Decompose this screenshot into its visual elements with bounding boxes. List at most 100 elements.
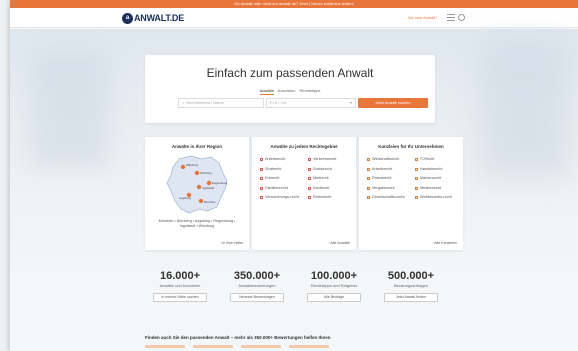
stats-row: 16.000+ Anwälte und Kanzleien In meiner … xyxy=(145,270,445,320)
business-area-item[interactable]: Wettbewerbs-recht xyxy=(415,195,459,200)
briefcase-icon xyxy=(260,158,263,161)
store-icon xyxy=(415,167,418,171)
gavel-icon xyxy=(367,186,370,190)
map-label-augsburg: Augsburg xyxy=(179,196,191,200)
business-area-item[interactable]: Wirtschaftsrecht xyxy=(367,157,411,162)
latest-reviews-button[interactable]: Neueste Bewertungen xyxy=(230,293,284,302)
topic-search-input[interactable]: ⌕ Rechtsthema / Name xyxy=(178,98,264,108)
region-list[interactable]: München • Nürnberg • Augsburg • Regensbu… xyxy=(151,219,243,229)
tab-kanzleien[interactable]: Kanzleien xyxy=(278,88,296,95)
region-card: Anwälte in Ihrer Region Nürnberg Würzbur… xyxy=(145,137,249,250)
law-area-item[interactable]: Familienrecht xyxy=(260,186,304,191)
location-input[interactable]: PLZ / Ort ▾ xyxy=(266,98,356,108)
people-icon xyxy=(308,167,311,171)
stat-number: 350.000+ xyxy=(233,270,281,282)
law-areas-card: Anwälte zu jedem Rechtsgebiet Arbeitsrec… xyxy=(252,137,356,250)
trademark-icon xyxy=(415,177,418,181)
bavaria-map[interactable]: Nürnberg Würzburg Regensburg Ingolstadt … xyxy=(161,153,233,217)
stat-articles: 100.000+ Rechtstipps und Ratgeber Alle B… xyxy=(299,270,369,302)
logo-mark: a xyxy=(122,12,133,24)
stat-label: Rechtstipps und Ratgeber xyxy=(310,283,358,288)
stat-lawyers: 16.000+ Anwälte und Kanzleien In meiner … xyxy=(145,270,215,302)
law-area-item[interactable]: Sozialrecht xyxy=(308,167,352,172)
business-area-item[interactable]: Markenrecht xyxy=(415,176,459,181)
nearby-search-button[interactable]: In meiner Nähe suchen xyxy=(153,293,207,302)
search-tabs: Anwälte Kanzleien Rechtstipps xyxy=(145,88,435,95)
building-icon xyxy=(367,196,370,200)
map-pin-regensburg xyxy=(206,180,212,186)
tab-rechtstipps[interactable]: Rechtstipps xyxy=(299,88,320,95)
handcuffs-icon xyxy=(260,167,263,171)
stat-number: 100.000+ xyxy=(310,270,358,282)
stat-number: 500.000+ xyxy=(387,270,435,282)
law-areas-title: Anwälte zu jedem Rechtsgebiet xyxy=(270,144,338,149)
page: Ob Anwalt oder nicht auf anwalt.de? Jetz… xyxy=(10,0,578,351)
business-area-item[interactable]: Arbeitsrecht xyxy=(367,167,411,172)
tab-anwaelte[interactable]: Anwälte xyxy=(259,88,274,95)
hamburger-menu-icon[interactable] xyxy=(447,14,455,21)
region-card-title: Anwälte in Ihrer Region xyxy=(171,144,223,149)
chart-icon xyxy=(367,158,370,161)
business-area-item[interactable]: Gesellschafts-recht xyxy=(367,195,411,200)
map-label-regensburg: Regensburg xyxy=(212,181,228,185)
all-articles-button[interactable]: Alle Beiträge xyxy=(307,293,361,302)
search-button[interactable]: Jetzt Anwalt suchen xyxy=(358,98,428,108)
nearby-link[interactable]: In Ihrer Nähe xyxy=(220,241,243,245)
user-account-icon[interactable] xyxy=(458,14,465,21)
plane-icon xyxy=(308,196,311,200)
all-lawyers-link[interactable]: Alle Anwälte xyxy=(328,241,350,245)
house-icon xyxy=(308,177,311,181)
cart-icon xyxy=(308,186,311,190)
topic-placeholder: Rechtsthema / Name xyxy=(186,100,224,105)
chevron-down-icon: ▾ xyxy=(349,100,352,105)
header: a ANWALT.DE Sie sind Anwalt? xyxy=(10,8,578,28)
stat-requests: 500.000+ Beratungsanfragen Jetzt Anwalt … xyxy=(376,270,446,302)
map-pin-wuerzburg xyxy=(180,164,186,170)
law-areas-grid: Arbeitsrecht Verkehrsrecht Strafrecht So… xyxy=(260,157,352,200)
business-area-item[interactable]: Patentrecht xyxy=(367,176,411,181)
all-firms-link[interactable]: Alle Kanzleien xyxy=(432,241,457,245)
location-placeholder: PLZ / Ort xyxy=(270,100,287,105)
family-icon xyxy=(260,186,263,190)
map-pin-nuernberg xyxy=(194,170,200,176)
law-area-item[interactable]: Kaufrecht xyxy=(308,186,352,191)
promo-banner[interactable]: Ob Anwalt oder nicht auf anwalt.de? Jetz… xyxy=(10,0,578,8)
law-area-item[interactable]: Arbeitsrecht xyxy=(260,157,304,162)
logo-text: ANWALT.DE xyxy=(134,13,185,23)
business-area-item[interactable]: IT-Recht xyxy=(415,157,459,162)
stat-reviews: 350.000+ Anwaltsbewertungen Neueste Bewe… xyxy=(222,270,292,302)
search-card: Einfach zum passenden Anwalt Anwälte Kan… xyxy=(145,55,435,123)
map-label-nuernberg: Nürnberg xyxy=(200,171,212,175)
find-lawyer-button[interactable]: Jetzt Anwalt finden xyxy=(384,293,438,302)
map-pin-ingolstadt xyxy=(196,184,202,190)
law-area-item[interactable]: Erbrecht xyxy=(260,176,304,181)
business-card: Kanzleien für Ihr Unternehmen Wirtschaft… xyxy=(359,137,463,250)
lawyer-login-link[interactable]: Sie sind Anwalt? xyxy=(408,15,437,20)
law-area-item[interactable]: Verkehrsrecht xyxy=(308,157,352,162)
law-area-item[interactable]: Versicherungs-recht xyxy=(260,195,304,200)
map-pin-muenchen xyxy=(198,198,204,204)
stat-label: Anwaltsbewertungen xyxy=(238,283,276,288)
stat-number: 16.000+ xyxy=(159,270,201,282)
law-area-item[interactable]: Strafrecht xyxy=(260,167,304,172)
shield-icon xyxy=(260,196,263,200)
reviews-headline: Finden auch Sie den passenden Anwalt – m… xyxy=(145,335,331,340)
lightbulb-icon xyxy=(367,177,370,181)
document-icon xyxy=(260,177,263,181)
law-area-item[interactable]: Mietrecht xyxy=(308,176,352,181)
stat-label: Anwälte und Kanzleien xyxy=(159,283,201,288)
media-icon xyxy=(415,186,418,190)
map-label-muenchen: München xyxy=(204,200,216,204)
stat-label: Beratungsanfragen xyxy=(393,283,429,288)
business-area-item[interactable]: Handelsrecht xyxy=(415,167,459,172)
business-grid: Wirtschaftsrecht IT-Recht Arbeitsrecht H… xyxy=(367,157,459,200)
business-area-item[interactable]: Vergaberecht xyxy=(367,186,411,191)
map-label-wuerzburg: Würzburg xyxy=(186,163,199,167)
logo[interactable]: a ANWALT.DE xyxy=(122,12,184,24)
law-area-item[interactable]: Reiserecht xyxy=(308,195,352,200)
car-icon xyxy=(308,158,311,161)
search-row: ⌕ Rechtsthema / Name PLZ / Ort ▾ Jetzt A… xyxy=(178,98,432,108)
hero-title: Einfach zum passenden Anwalt xyxy=(206,66,374,80)
map-label-ingolstadt: Ingolstadt xyxy=(202,186,214,190)
business-area-item[interactable]: Medienrecht xyxy=(415,186,459,191)
